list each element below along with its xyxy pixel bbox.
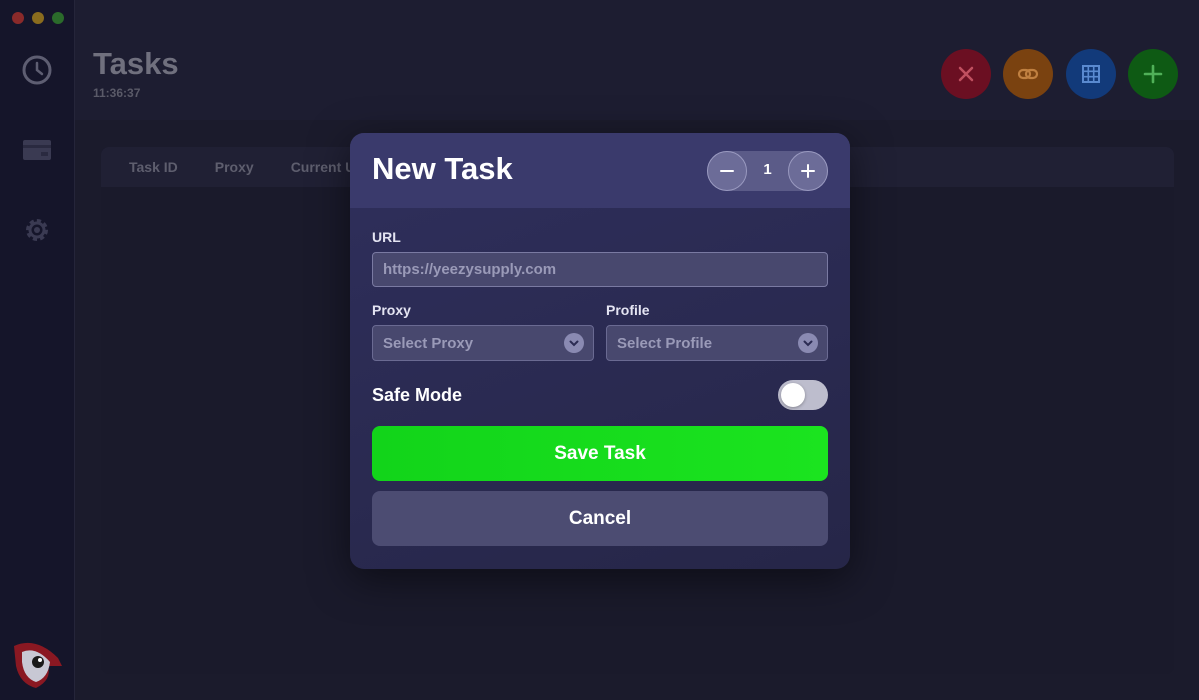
app-logo xyxy=(14,642,62,688)
column-header-proxy[interactable]: Proxy xyxy=(215,159,254,175)
window-minimize-button[interactable] xyxy=(32,12,44,24)
add-task-button[interactable] xyxy=(1128,49,1178,99)
decrement-button[interactable] xyxy=(707,151,747,191)
plus-icon xyxy=(801,164,815,178)
stop-all-button[interactable] xyxy=(941,49,991,99)
new-task-modal: New Task 1 URL Proxy Select Proxy Profil… xyxy=(350,133,850,569)
modal-header: New Task 1 xyxy=(350,133,850,208)
clock-icon xyxy=(22,55,52,85)
minus-icon xyxy=(720,170,734,172)
chevron-down-icon xyxy=(798,333,818,353)
safe-mode-toggle[interactable] xyxy=(778,380,828,410)
quantity-value: 1 xyxy=(763,161,772,178)
increment-button[interactable] xyxy=(788,151,828,191)
link-button[interactable] xyxy=(1003,49,1053,99)
window-controls xyxy=(12,12,64,24)
plus-icon xyxy=(1143,64,1163,84)
cancel-button[interactable]: Cancel xyxy=(372,491,828,546)
header: Tasks 11:36:37 xyxy=(75,0,1199,120)
proxy-label: Proxy xyxy=(372,302,411,318)
url-input[interactable] xyxy=(372,252,828,287)
grid-icon xyxy=(1082,65,1100,83)
column-header-task-id[interactable]: Task ID xyxy=(129,159,178,175)
profile-select-value: Select Profile xyxy=(617,335,713,352)
grid-view-button[interactable] xyxy=(1066,49,1116,99)
sidebar-item-settings[interactable] xyxy=(20,213,54,247)
proxy-select[interactable]: Select Proxy xyxy=(372,325,594,361)
save-task-button[interactable]: Save Task xyxy=(372,426,828,481)
safe-mode-label: Safe Mode xyxy=(372,385,463,405)
sidebar xyxy=(0,0,75,700)
proxy-select-value: Select Proxy xyxy=(383,335,474,352)
window-close-button[interactable] xyxy=(12,12,24,24)
page-title: Tasks xyxy=(93,46,179,81)
modal-title: New Task xyxy=(372,151,513,186)
profile-select[interactable]: Select Profile xyxy=(606,325,828,361)
credit-card-icon xyxy=(23,140,51,160)
profile-label: Profile xyxy=(606,302,650,318)
url-label: URL xyxy=(372,229,401,245)
chevron-down-icon xyxy=(564,333,584,353)
sidebar-item-profiles[interactable] xyxy=(20,133,54,167)
quantity-stepper: 1 xyxy=(707,151,828,191)
close-icon xyxy=(958,66,974,82)
gear-icon xyxy=(26,219,48,241)
sidebar-item-tasks[interactable] xyxy=(20,53,54,87)
toggle-knob xyxy=(781,383,805,407)
clock-time: 11:36:37 xyxy=(93,86,141,100)
link-icon xyxy=(1017,68,1039,80)
window-maximize-button[interactable] xyxy=(52,12,64,24)
column-header-current-url[interactable]: Current U xyxy=(291,159,356,175)
